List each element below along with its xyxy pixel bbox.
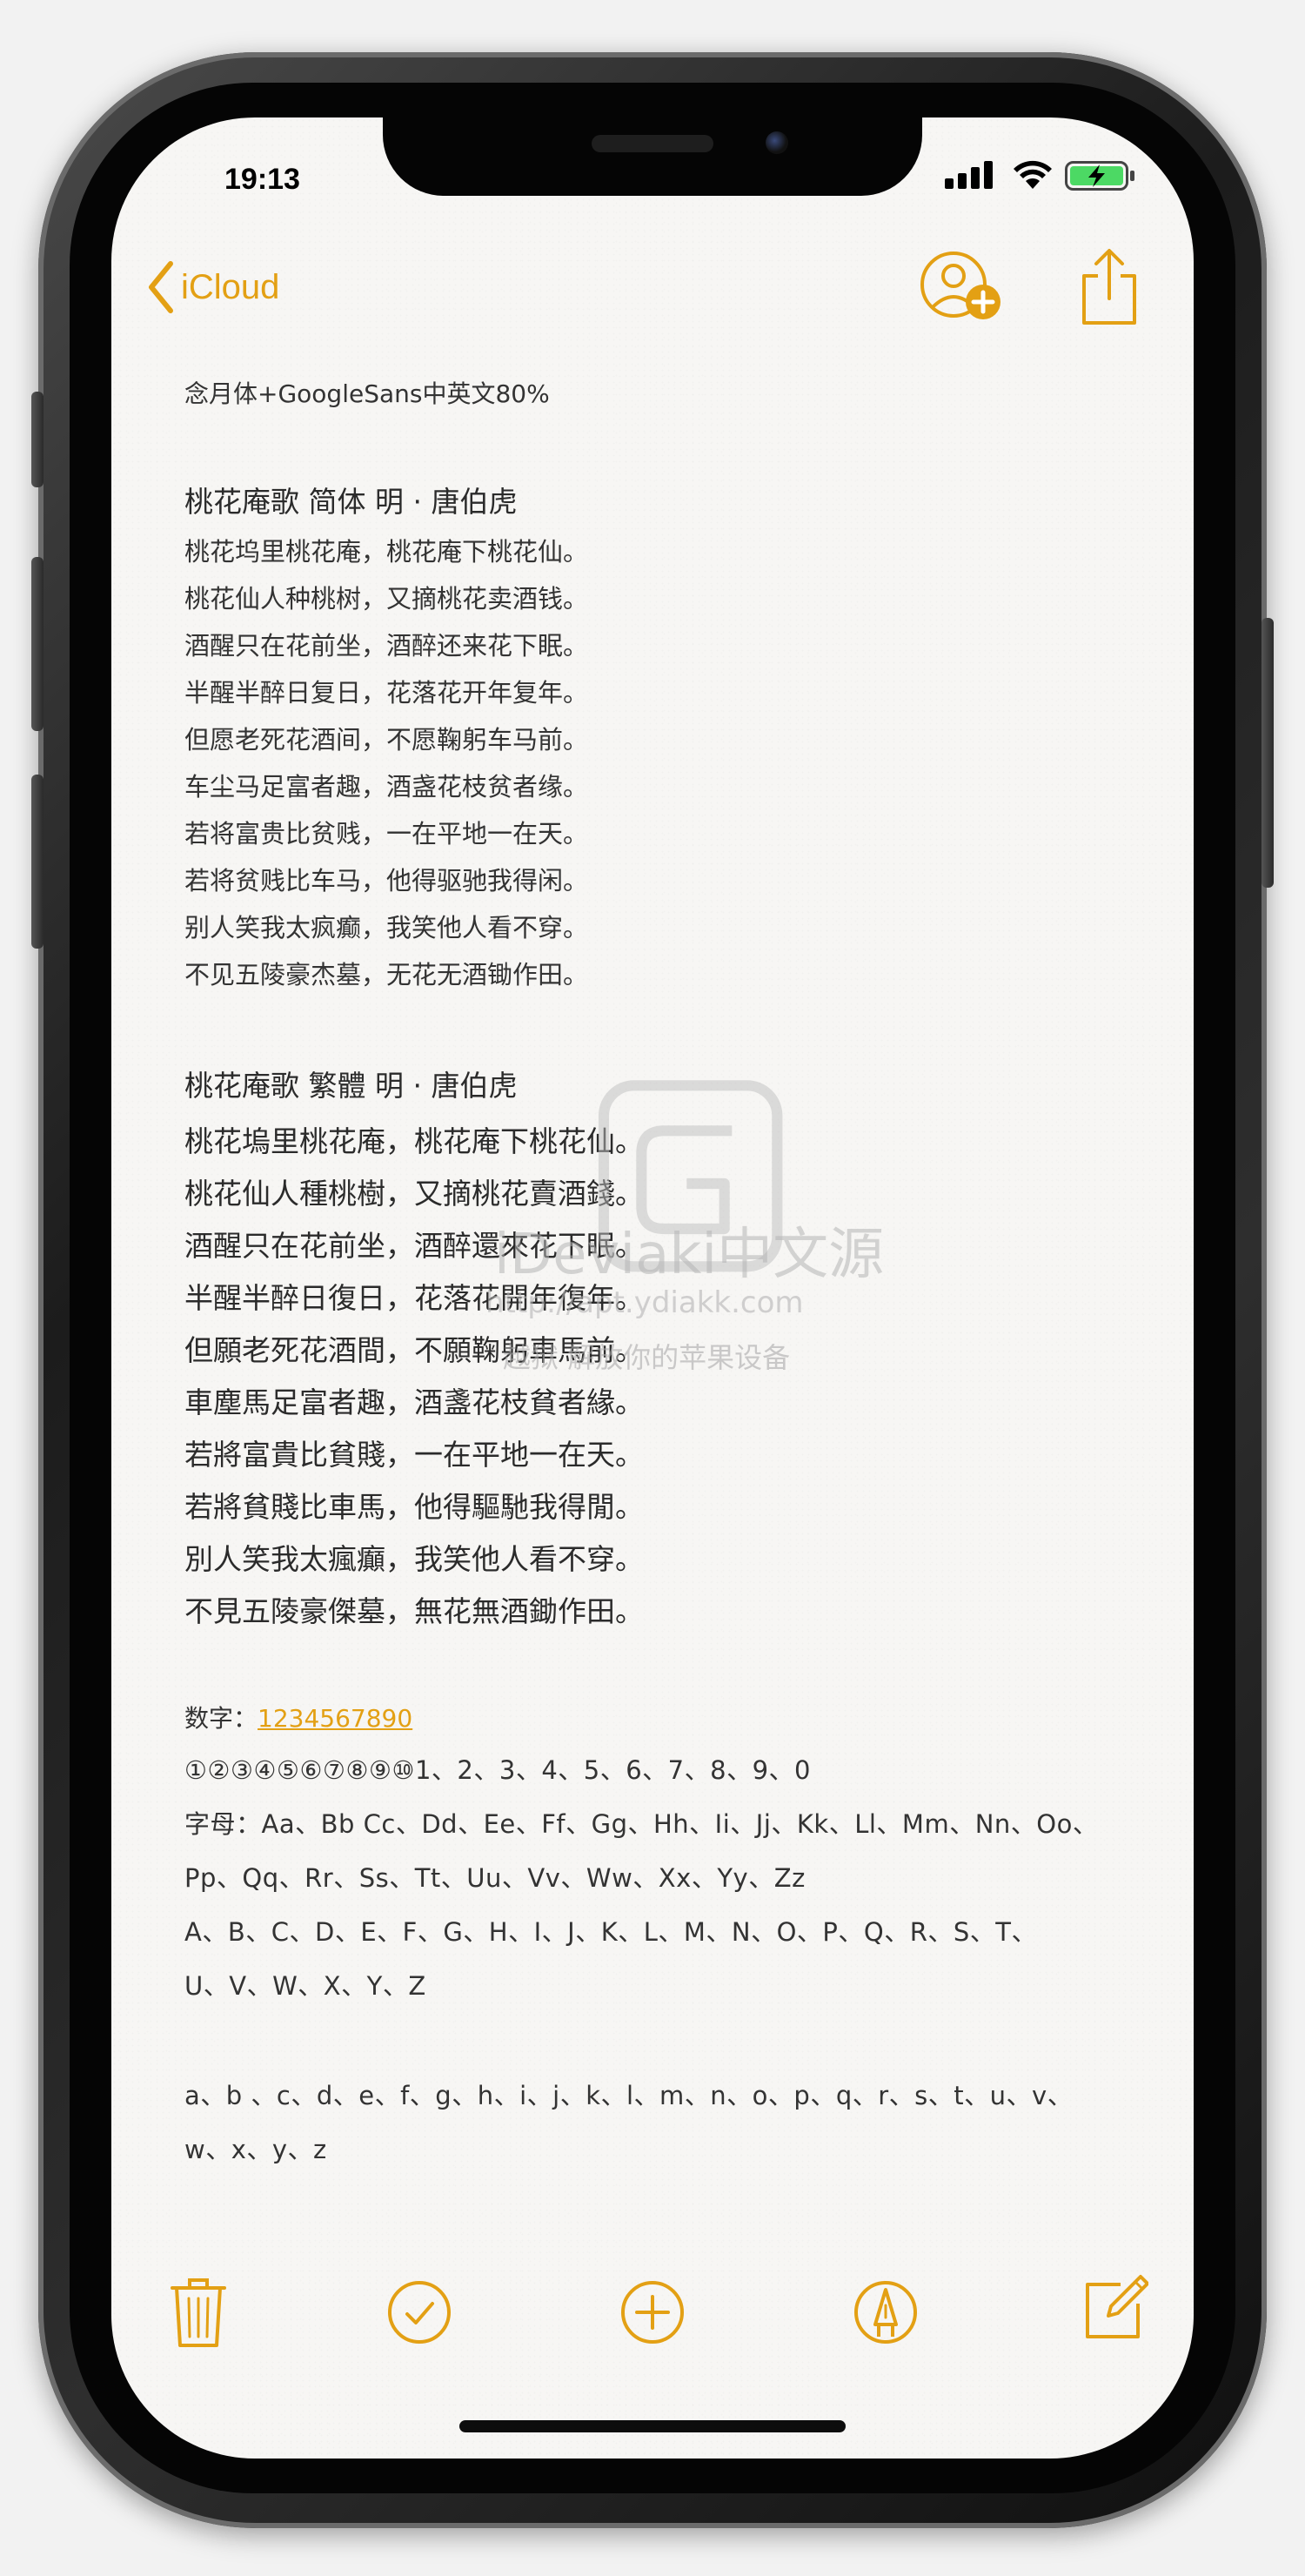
poem-simplified-line: 桃花仙人种桃树，又摘桃花卖酒钱。 — [184, 584, 589, 614]
status-indicators — [945, 159, 1154, 194]
front-camera-icon — [766, 131, 788, 154]
poem-traditional-line: 桃花塢里桃花庵，桃花庵下桃花仙。 — [184, 1124, 644, 1158]
chevron-left-icon — [149, 261, 173, 313]
home-indicator[interactable] — [459, 2420, 846, 2432]
poem-simplified-line: 若将贫贱比车马，他得驱驰我得闲。 — [184, 866, 589, 896]
watermark-site-name: iDeviaki中文源 — [494, 1223, 885, 1287]
poem-traditional-line: 若將貧賤比車馬，他得驅馳我得閒。 — [184, 1490, 644, 1524]
delete-button[interactable] — [169, 2276, 228, 2352]
poem-simplified-line: 但愿老死花酒间，不愿鞠躬车马前。 — [184, 725, 589, 755]
letters-line: Pp、Qq、Rr、Ss、Tt、Uu、Vv、Ww、Xx、Yy、Zz — [184, 1863, 806, 1893]
poem-simplified-title: 桃花庵歌 简体 明 · 唐伯虎 — [184, 485, 518, 519]
checkmark-circle-icon — [388, 2281, 451, 2344]
lowercase-line: a、b 、c、d、e、f、g、h、i、j、k、l、m、n、o、p、q、r、s、t… — [184, 2081, 1074, 2110]
speaker-grille — [592, 135, 713, 152]
uppercase-line: U、V、W、X、Y、Z — [184, 1971, 426, 2001]
add-person-icon — [920, 252, 1000, 319]
back-button[interactable]: iCloud — [146, 257, 279, 318]
poem-simplified-line: 半醒半醉日复日，花落花开年复年。 — [184, 678, 589, 708]
silent-switch — [31, 392, 44, 487]
compose-icon — [1086, 2275, 1149, 2338]
volume-up-button — [31, 557, 44, 731]
poem-traditional-line: 若將富貴比貧賤，一在平地一在天。 — [184, 1438, 644, 1472]
power-button — [1262, 618, 1274, 888]
markup-button[interactable] — [853, 2279, 919, 2349]
add-people-button[interactable] — [919, 250, 1006, 328]
battery-charging-icon — [1065, 161, 1134, 191]
digits-label: 数字： — [184, 1704, 258, 1733]
digits-phone-link[interactable]: 1234567890 — [258, 1704, 412, 1733]
trash-icon — [171, 2278, 226, 2347]
poem-simplified-line: 桃花坞里桃花庵，桃花庵下桃花仙。 — [184, 537, 589, 567]
font-caption: 念月体+GoogleSans中英文80% — [184, 379, 550, 408]
compose-button[interactable] — [1082, 2272, 1149, 2345]
screen: 19:13 iCloud 念月体+GoogleSans中英文80% 桃花庵歌 简… — [111, 117, 1194, 2459]
add-attachment-button[interactable] — [619, 2279, 686, 2349]
status-time: 19:13 — [224, 163, 300, 196]
poem-simplified-line: 若将富贵比贫贱，一在平地一在天。 — [184, 819, 589, 849]
uppercase-line: A、B、C、D、E、F、G、H、I、J、K、L、M、N、O、P、Q、R、S、T、 — [184, 1917, 1038, 1947]
notch — [383, 117, 922, 196]
poem-traditional-line: 桃花仙人種桃樹，又摘桃花賣酒錢。 — [184, 1177, 644, 1211]
poem-simplified-line: 酒醒只在花前坐，酒醉还来花下眠。 — [184, 631, 589, 661]
poem-simplified-line: 别人笑我太疯癫，我笑他人看不穿。 — [184, 913, 589, 943]
poem-traditional-title: 桃花庵歌 繁體 明 · 唐伯虎 — [184, 1069, 518, 1103]
digits-line: 数字：1234567890 — [184, 1700, 412, 1734]
poem-traditional-line: 別人笑我太瘋癲，我笑他人看不穿。 — [184, 1542, 644, 1576]
poem-simplified-line: 不见五陵豪杰墓，无花无酒锄作田。 — [184, 960, 589, 989]
share-button[interactable] — [1079, 246, 1140, 330]
volume-down-button — [31, 775, 44, 949]
cellular-signal-icon — [945, 161, 993, 189]
poem-traditional-line: 車塵馬足富者趣，酒盞花枝貧者緣。 — [184, 1385, 644, 1419]
plus-circle-icon — [621, 2281, 684, 2344]
watermark-slogan: 越狱 解放你的苹果设备 — [503, 1341, 791, 1374]
back-button-label: iCloud — [181, 267, 280, 306]
circled-digits-line: ①②③④⑤⑥⑦⑧⑨⑩1、2、3、4、5、6、7、8、9、0 — [184, 1755, 811, 1785]
watermark-url: http://apt.ydiakk.com — [485, 1285, 804, 1320]
letters-line: 字母：Aa、Bb Cc、Dd、Ee、Ff、Gg、Hh、Ii、Jj、Kk、Ll、M… — [184, 1809, 1099, 1839]
checklist-button[interactable] — [386, 2279, 452, 2349]
lowercase-line: w、x、y、z — [184, 2135, 327, 2164]
poem-simplified-line: 车尘马足富者趣，酒盏花枝贫者缘。 — [184, 772, 589, 802]
wifi-icon — [1014, 160, 1052, 189]
share-icon — [1082, 249, 1136, 325]
poem-traditional-line: 不見五陵豪傑墓，無花無酒鋤作田。 — [184, 1594, 644, 1628]
pen-tip-icon — [854, 2281, 917, 2344]
